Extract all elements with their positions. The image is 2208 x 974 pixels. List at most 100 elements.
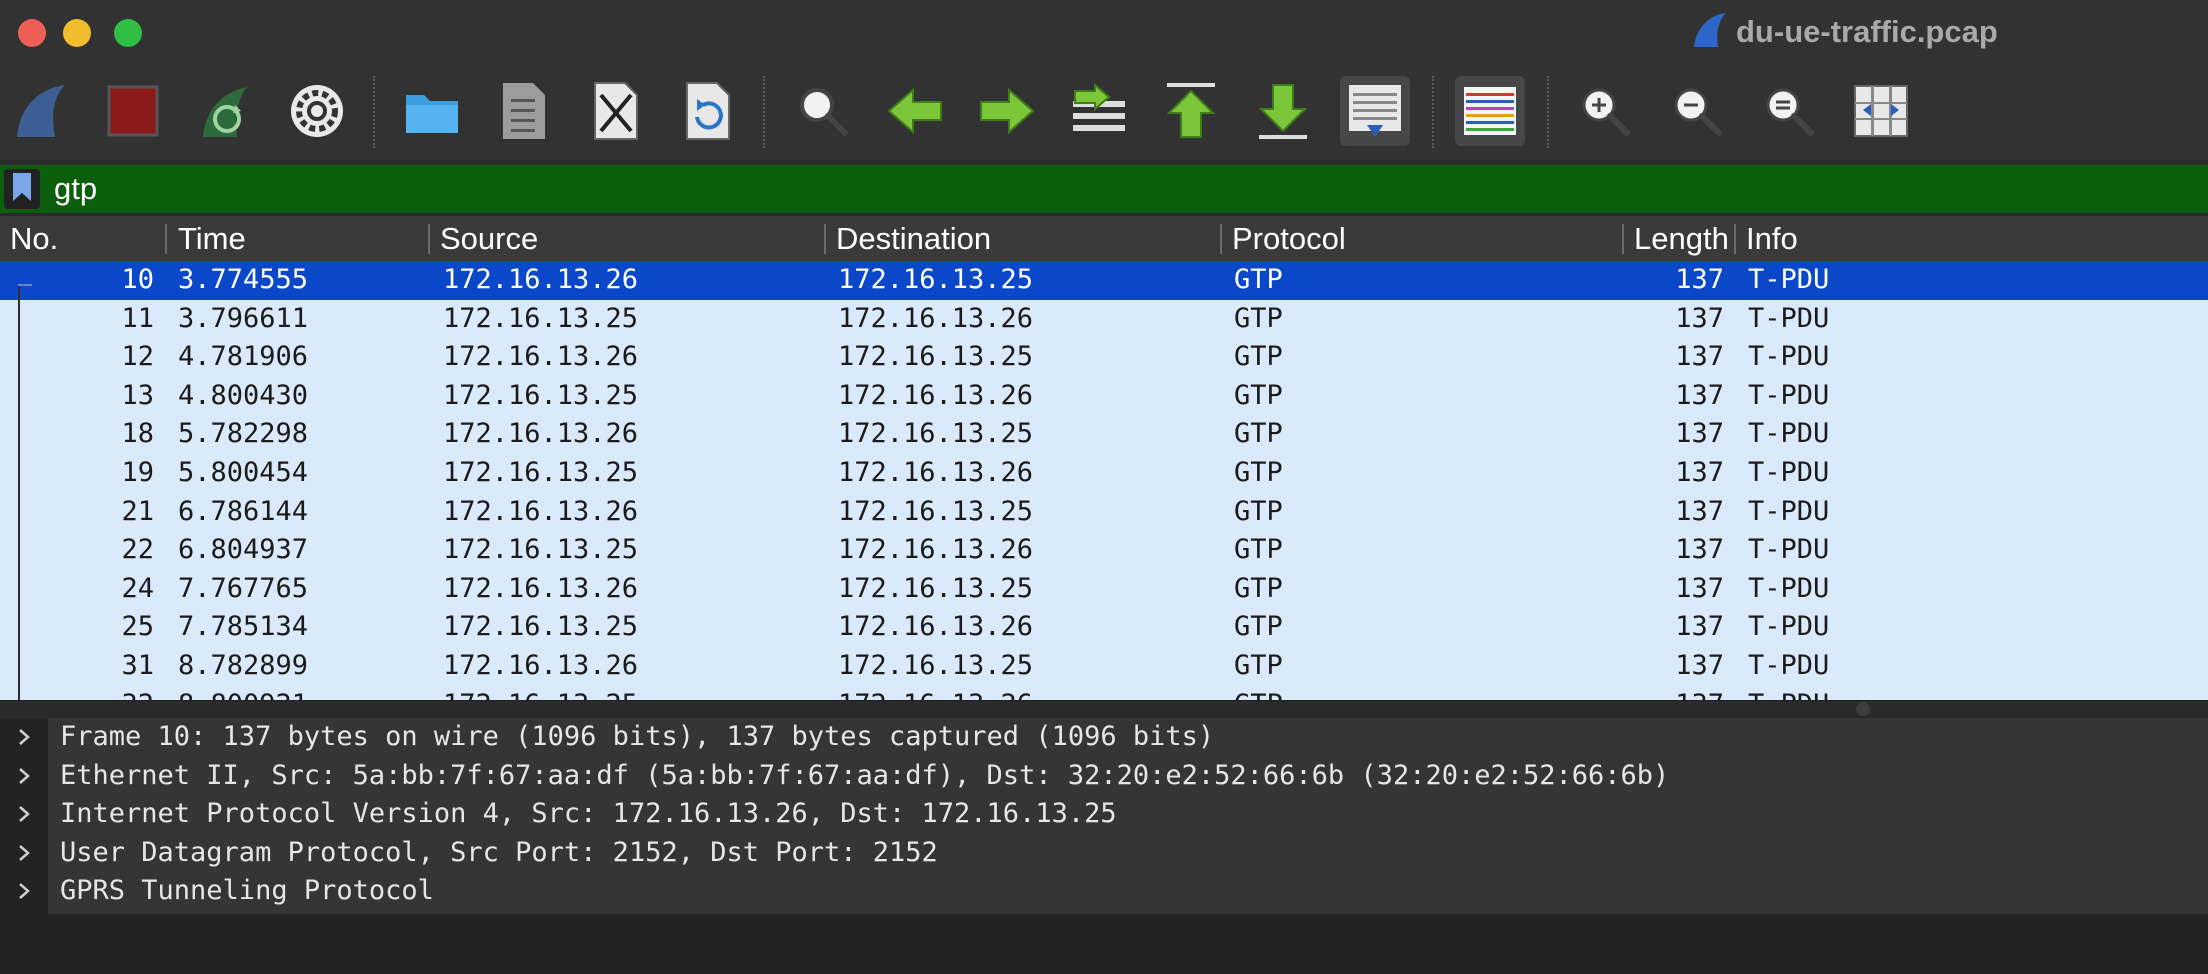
toolbar-separator <box>763 76 765 148</box>
table-row[interactable]: 21 6.786144 172.16.13.26 172.16.13.25 GTP 137… <box>0 493 2208 532</box>
column-divider[interactable] <box>428 224 430 254</box>
zoom-window-button[interactable] <box>114 19 142 47</box>
column-header-info[interactable]: Info <box>1746 216 2186 261</box>
capture-options-button[interactable] <box>282 76 352 146</box>
restart-capture-button[interactable] <box>190 76 260 146</box>
cell-info: T-PDU <box>1748 341 1830 373</box>
cell-time: 6.804937 <box>178 534 309 566</box>
detail-tree-item[interactable]: Frame 10: 137 bytes on wire (1096 bits),… <box>19 718 2208 757</box>
column-header-time[interactable]: Time <box>178 216 423 261</box>
go-to-packet-button[interactable] <box>1064 76 1134 146</box>
splitter-handle[interactable] <box>1856 702 1870 716</box>
column-divider[interactable] <box>165 224 167 254</box>
chevron-right-icon[interactable] <box>14 757 34 795</box>
cell-destination: 172.16.13.25 <box>838 572 1034 604</box>
column-header-destination[interactable]: Destination <box>836 216 1216 261</box>
folder-icon <box>402 85 462 137</box>
filter-bookmark-button[interactable] <box>4 169 40 209</box>
colorize-button[interactable] <box>1455 76 1525 146</box>
related-packets-marker <box>18 284 32 286</box>
arrow-left-icon <box>885 86 945 136</box>
packet-list-header: No. Time Source Destination Protocol Len… <box>0 216 2208 261</box>
cell-info: T-PDU <box>1748 418 1830 450</box>
cell-no: 22 <box>121 534 154 566</box>
detail-tree-item[interactable]: GPRS Tunneling Protocol <box>19 872 2208 911</box>
column-header-source[interactable]: Source <box>440 216 820 261</box>
display-filter-input[interactable] <box>48 165 2208 213</box>
table-row[interactable]: 12 4.781906 172.16.13.26 172.16.13.25 GTP 137… <box>0 338 2208 377</box>
cell-length: 137 <box>1624 686 1724 700</box>
detail-tree-item[interactable]: User Datagram Protocol, Src Port: 2152, … <box>19 834 2208 873</box>
cell-source: 172.16.13.26 <box>443 572 639 604</box>
table-row[interactable]: 18 5.782298 172.16.13.26 172.16.13.25 GTP 137… <box>0 415 2208 454</box>
table-row[interactable]: 10 3.774555 172.16.13.26 172.16.13.25 GTP 137… <box>0 261 2208 300</box>
close-window-button[interactable] <box>18 19 46 47</box>
detail-tree-item[interactable]: Internet Protocol Version 4, Src: 172.16… <box>19 795 2208 834</box>
table-row[interactable]: 25 7.785134 172.16.13.25 172.16.13.26 GTP 137… <box>0 608 2208 647</box>
column-header-length[interactable]: Length <box>1634 216 1730 261</box>
close-file-button[interactable] <box>581 76 651 146</box>
find-packet-button[interactable] <box>788 76 858 146</box>
column-header-no[interactable]: No. <box>10 216 160 261</box>
cell-info: T-PDU <box>1748 495 1830 527</box>
go-back-button[interactable] <box>880 76 950 146</box>
cell-length: 137 <box>1675 572 1724 604</box>
cell-no: 18 <box>121 418 154 450</box>
cell-length: 137 <box>1675 650 1724 681</box>
table-row[interactable]: 32 8.800921 172.16.13.25 172.16.13.26 GTP 137… <box>0 686 2208 700</box>
detail-tree-item[interactable]: Ethernet II, Src: 5a:bb:7f:67:aa:df (5a:… <box>19 757 2208 796</box>
pane-splitter[interactable] <box>0 700 2208 719</box>
column-divider[interactable] <box>1622 224 1624 254</box>
detail-tree-label: User Datagram Protocol, Src Port: 2152, … <box>60 836 938 868</box>
cell-protocol: GTP <box>1234 418 1283 450</box>
save-file-button[interactable] <box>489 76 559 146</box>
table-row[interactable]: 13 4.800430 172.16.13.25 172.16.13.26 GTP 137… <box>0 377 2208 416</box>
stop-capture-button[interactable] <box>98 76 168 146</box>
zoom-out-button[interactable] <box>1662 76 1732 146</box>
column-header-protocol[interactable]: Protocol <box>1232 216 1617 261</box>
go-forward-button[interactable] <box>972 76 1042 146</box>
go-first-button[interactable] <box>1156 76 1226 146</box>
column-divider[interactable] <box>1734 224 1736 254</box>
table-row[interactable]: 11 3.796611 172.16.13.25 172.16.13.26 GTP 137… <box>0 300 2208 339</box>
packet-details-tree: Frame 10: 137 bytes on wire (1096 bits),… <box>19 718 2208 914</box>
restart-icon <box>195 81 255 141</box>
cell-protocol: GTP <box>1234 686 1283 700</box>
auto-scroll-button[interactable] <box>1340 76 1410 146</box>
table-row[interactable]: 19 5.800454 172.16.13.25 172.16.13.26 GTP 137… <box>0 454 2208 493</box>
cell-time: 6.786144 <box>178 495 309 527</box>
cell-protocol: GTP <box>1234 379 1283 411</box>
go-last-button[interactable] <box>1248 76 1318 146</box>
cell-destination: 172.16.13.26 <box>838 611 1034 643</box>
zoom-in-button[interactable] <box>1570 76 1640 146</box>
cell-source: 172.16.13.26 <box>443 495 639 527</box>
table-row[interactable]: 31 8.782899 172.16.13.26 172.16.13.25 GTP 137… <box>0 647 2208 686</box>
zoom-reset-button[interactable] <box>1754 76 1824 146</box>
column-divider[interactable] <box>824 224 826 254</box>
cell-protocol: GTP <box>1234 264 1283 295</box>
reload-file-icon <box>683 81 733 141</box>
resize-columns-button[interactable] <box>1846 76 1916 146</box>
table-row[interactable]: 22 6.804937 172.16.13.25 172.16.13.26 GTP 137… <box>0 531 2208 570</box>
minimize-window-button[interactable] <box>63 19 91 47</box>
cell-source: 172.16.13.25 <box>443 534 639 566</box>
cell-no: 11 <box>121 302 154 334</box>
cell-destination: 172.16.13.26 <box>838 379 1034 411</box>
column-divider[interactable] <box>1220 224 1222 254</box>
cell-length: 137 <box>1675 611 1724 643</box>
cell-length: 137 <box>1675 495 1724 527</box>
zoom-normal-icon <box>1761 83 1817 139</box>
cell-destination: 172.16.13.25 <box>838 495 1034 527</box>
chevron-right-icon[interactable] <box>14 795 34 833</box>
chevron-right-icon[interactable] <box>14 872 34 910</box>
cell-protocol: GTP <box>1234 302 1283 334</box>
cell-no: 31 <box>121 650 154 681</box>
cell-info: T-PDU <box>1748 611 1830 643</box>
chevron-right-icon[interactable] <box>14 718 34 756</box>
shark-fin-icon <box>11 81 71 141</box>
reload-file-button[interactable] <box>673 76 743 146</box>
chevron-right-icon[interactable] <box>14 834 34 872</box>
open-file-button[interactable] <box>397 76 467 146</box>
table-row[interactable]: 24 7.767765 172.16.13.26 172.16.13.25 GTP 137… <box>0 570 2208 609</box>
start-capture-button[interactable] <box>6 76 76 146</box>
